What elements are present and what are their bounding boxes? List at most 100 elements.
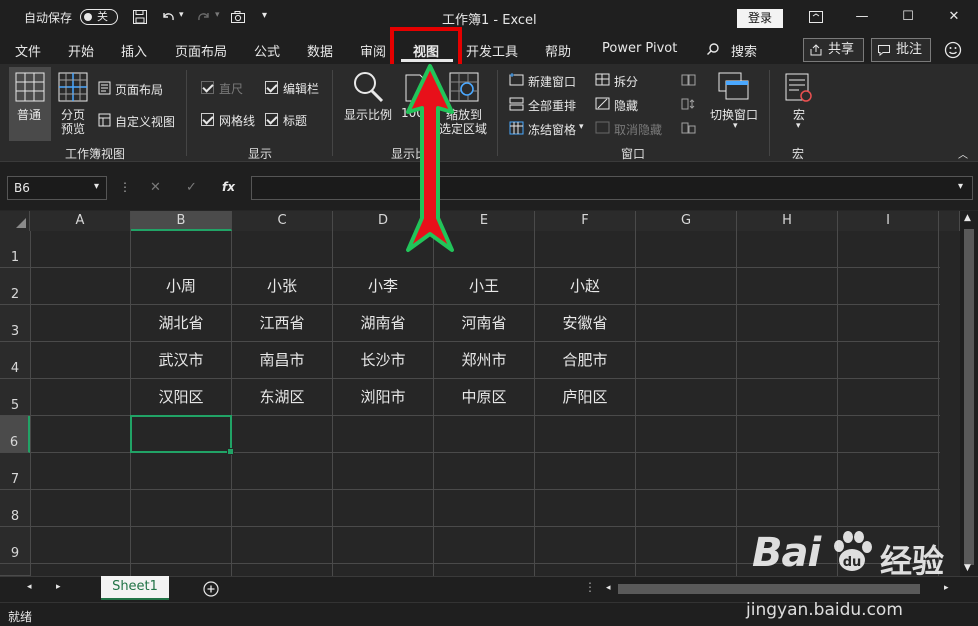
cell-f2[interactable]: 小赵 [535, 268, 635, 304]
cell-c5[interactable]: 东湖区 [232, 379, 332, 415]
smiley-icon[interactable] [944, 41, 962, 59]
save-icon[interactable] [132, 9, 148, 25]
column-header-h[interactable]: H [737, 211, 838, 231]
cell-c2[interactable]: 小张 [232, 268, 332, 304]
column-header-c[interactable]: C [232, 211, 333, 231]
cell-f3[interactable]: 安徽省 [535, 305, 635, 341]
prev-sheet-icon[interactable]: ◂ [27, 582, 32, 592]
tab-page-layout[interactable]: 页面布局 [175, 41, 227, 60]
formula-bar-checkbox[interactable] [265, 81, 278, 94]
cell-b4[interactable]: 武汉市 [131, 342, 231, 378]
tab-power-pivot[interactable]: Power Pivot [602, 41, 677, 56]
custom-views-button[interactable]: 自定义视图 [115, 113, 175, 130]
switch-windows-icon[interactable] [718, 72, 750, 102]
maximize-icon[interactable]: ☐ [897, 8, 919, 26]
insert-function-icon[interactable]: fx [222, 180, 235, 194]
autosave-toggle[interactable]: 关 [80, 9, 118, 25]
cell-d3[interactable]: 湖南省 [333, 305, 433, 341]
ribbon-display-icon[interactable] [808, 10, 824, 24]
tab-review[interactable]: 审阅 [360, 41, 386, 60]
column-header-i[interactable]: I [838, 211, 939, 231]
watermark-brand2: 经验 [880, 542, 945, 580]
cell-d4[interactable]: 长沙市 [333, 342, 433, 378]
cell-b3[interactable]: 湖北省 [131, 305, 231, 341]
name-box-dropdown-icon[interactable]: ▾ [94, 181, 99, 192]
next-sheet-icon[interactable]: ▸ [56, 582, 61, 592]
column-header-j[interactable] [939, 211, 960, 231]
search-icon[interactable] [706, 42, 720, 56]
tab-insert[interactable]: 插入 [121, 41, 147, 60]
group-show: 显示 [248, 147, 273, 161]
row-header-1[interactable]: 1 [0, 231, 30, 268]
scroll-up-icon[interactable]: ▲ [964, 213, 971, 223]
row-header-10[interactable] [0, 564, 30, 576]
arrange-all-button[interactable]: 全部重排 [528, 97, 576, 114]
tab-help[interactable]: 帮助 [545, 41, 571, 60]
row-header-7[interactable]: 7 [0, 453, 30, 490]
cell-e4[interactable]: 郑州市 [434, 342, 534, 378]
row-header-8[interactable]: 8 [0, 490, 30, 527]
active-cell-b6[interactable] [130, 415, 234, 455]
cell-c4[interactable]: 南昌市 [232, 342, 332, 378]
column-header-b[interactable]: B [131, 211, 232, 231]
add-sheet-icon[interactable] [203, 581, 219, 597]
cell-f4[interactable]: 合肥市 [535, 342, 635, 378]
select-all-corner[interactable] [0, 211, 30, 231]
customize-qat-icon[interactable]: ▾ [262, 10, 267, 21]
tab-file[interactable]: 文件 [15, 41, 41, 60]
cell-c3[interactable]: 江西省 [232, 305, 332, 341]
formula-input[interactable] [251, 176, 973, 200]
new-window-button[interactable]: 新建窗口 [528, 73, 576, 90]
macros-dropdown-icon[interactable]: ▾ [796, 121, 801, 131]
gridlines-checkbox[interactable] [201, 113, 214, 126]
switch-windows-dropdown-icon[interactable]: ▾ [733, 121, 738, 131]
zoom-icon[interactable] [351, 70, 385, 104]
undo-icon[interactable] [160, 9, 176, 25]
reset-window-position-icon[interactable] [681, 122, 696, 134]
expand-formula-bar-icon[interactable]: ▾ [958, 181, 963, 192]
headings-checkbox[interactable] [265, 113, 278, 126]
cell-d5[interactable]: 浏阳市 [333, 379, 433, 415]
view-side-by-side-icon[interactable] [681, 74, 696, 86]
hide-button[interactable]: 隐藏 [614, 97, 638, 114]
row-header-4[interactable]: 4 [0, 342, 30, 379]
cell-d2[interactable]: 小李 [333, 268, 433, 304]
cell-e5[interactable]: 中原区 [434, 379, 534, 415]
search-label[interactable]: 搜索 [731, 41, 757, 60]
column-header-g[interactable]: G [636, 211, 737, 231]
collapse-ribbon-icon[interactable]: ︿ [958, 146, 968, 161]
tab-home[interactable]: 开始 [68, 41, 94, 60]
freeze-panes-dropdown-icon[interactable]: ▾ [579, 122, 584, 132]
split-button[interactable]: 拆分 [614, 73, 638, 90]
freeze-panes-button[interactable]: 冻结窗格 [528, 121, 576, 138]
cell-e3[interactable]: 河南省 [434, 305, 534, 341]
synchronous-scrolling-icon[interactable] [681, 98, 696, 110]
row-header-2[interactable]: 2 [0, 268, 30, 305]
tab-developer[interactable]: 开发工具 [466, 41, 518, 60]
login-button[interactable]: 登录 [737, 9, 783, 28]
tab-split-handle[interactable]: ⋮ [584, 580, 596, 594]
tab-data[interactable]: 数据 [307, 41, 333, 60]
camera-icon[interactable] [230, 9, 246, 25]
column-header-f[interactable]: F [535, 211, 636, 231]
sheet-tab-sheet1[interactable]: Sheet1 [101, 576, 169, 600]
cell-f5[interactable]: 庐阳区 [535, 379, 635, 415]
row-header-6[interactable]: 6 [0, 416, 30, 453]
cell-e2[interactable]: 小王 [434, 268, 534, 304]
macros-icon[interactable] [785, 73, 813, 103]
page-break-preview-icon[interactable] [58, 72, 88, 102]
column-header-a[interactable]: A [30, 211, 131, 231]
scroll-left-icon[interactable]: ◂ [606, 583, 611, 593]
name-box[interactable]: B6 [7, 176, 107, 200]
minimize-icon[interactable]: — [851, 8, 873, 26]
row-header-3[interactable]: 3 [0, 305, 30, 342]
vertical-scroll-thumb[interactable] [964, 229, 974, 565]
page-layout-view-button[interactable]: 页面布局 [115, 81, 163, 98]
cell-b5[interactable]: 汉阳区 [131, 379, 231, 415]
cell-b2[interactable]: 小周 [131, 268, 231, 304]
undo-dropdown-icon[interactable]: ▾ [179, 10, 184, 20]
row-header-5[interactable]: 5 [0, 379, 30, 416]
tab-formulas[interactable]: 公式 [254, 41, 280, 60]
close-icon[interactable]: ✕ [943, 8, 965, 26]
row-header-9[interactable]: 9 [0, 527, 30, 564]
